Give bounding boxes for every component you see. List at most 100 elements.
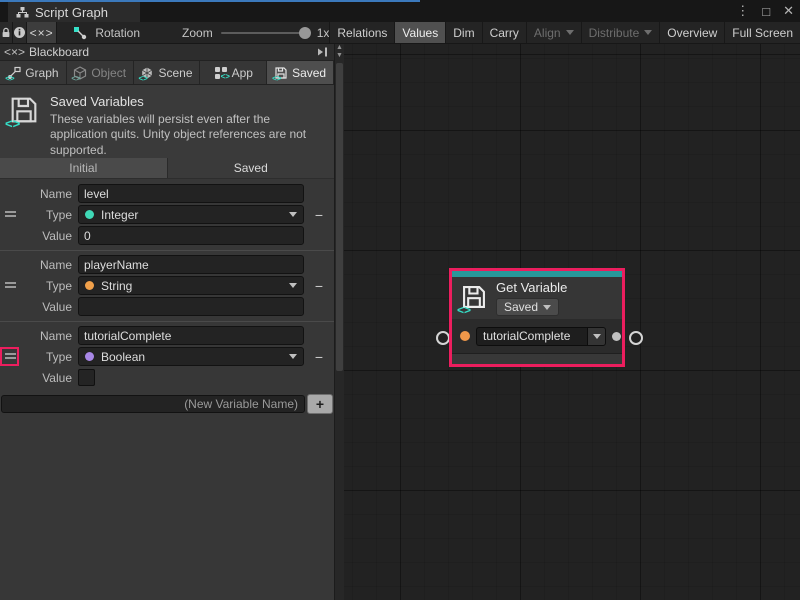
tab-script-graph[interactable]: Script Graph xyxy=(8,2,140,22)
lock-button[interactable] xyxy=(0,22,13,43)
zoom-value: 1x xyxy=(317,26,330,40)
graph-hierarchy-icon xyxy=(16,6,29,19)
tab-scene[interactable]: <> Scene xyxy=(134,61,201,84)
blackboard-panel: <×> Blackboard <> Graph <> xyxy=(0,44,334,600)
variable-name-input[interactable] xyxy=(78,184,304,203)
drag-handle-icon[interactable] xyxy=(5,282,16,290)
variable-scope-dropdown[interactable]: Saved xyxy=(496,298,559,316)
blackboard-scrollbar[interactable]: ▲ ▼ xyxy=(334,44,344,600)
value-label: Value xyxy=(0,371,78,385)
tab-saved[interactable]: <> Saved xyxy=(267,61,334,84)
info-title: Saved Variables xyxy=(50,94,326,109)
remove-variable-button[interactable]: − xyxy=(304,349,334,365)
info-description: These variables will persist even after … xyxy=(50,112,326,158)
code-view-button[interactable]: <×> xyxy=(27,22,57,43)
drag-handle-icon[interactable] xyxy=(5,353,16,361)
divider xyxy=(0,250,334,251)
variable-list: Name Type Integer − Value xyxy=(0,179,334,414)
variable-value-input[interactable] xyxy=(78,297,304,316)
dim-button[interactable]: Dim xyxy=(445,22,481,43)
overview-button[interactable]: Overview xyxy=(659,22,724,43)
saved-tab-icon: <> xyxy=(274,66,288,80)
flow-input-port[interactable] xyxy=(436,331,450,345)
scrollbar-thumb[interactable] xyxy=(336,63,343,371)
variable-name-input[interactable] xyxy=(78,255,304,274)
type-dropdown[interactable]: Boolean xyxy=(78,347,304,366)
variable-group-level: Name Type Integer − Value xyxy=(0,181,334,249)
chevron-down-icon xyxy=(566,30,574,35)
graph-canvas[interactable]: <> Get Variable Saved tutorialComplete xyxy=(344,44,800,600)
tab-graph[interactable]: <> Graph xyxy=(0,61,67,84)
lock-icon xyxy=(0,27,12,39)
tab-initial[interactable]: Initial xyxy=(0,158,168,178)
add-variable-button[interactable]: + xyxy=(307,394,333,414)
variable-name-field[interactable]: tutorialComplete xyxy=(476,327,606,346)
tab-title: Script Graph xyxy=(35,5,108,20)
get-variable-node[interactable]: <> Get Variable Saved tutorialComplete xyxy=(449,268,625,367)
variables-icon: <×> xyxy=(4,45,25,59)
node-body: tutorialComplete xyxy=(452,319,622,353)
variable-name-input[interactable] xyxy=(78,326,304,345)
tab-saved-scope[interactable]: Saved xyxy=(168,158,335,178)
scroll-up-icon[interactable]: ▲ xyxy=(335,44,344,52)
blackboard-title: Blackboard xyxy=(29,45,89,59)
relations-button[interactable]: Relations xyxy=(329,22,394,43)
chevron-down-icon xyxy=(289,212,297,217)
flow-output-port[interactable] xyxy=(629,331,643,345)
chevron-down-icon xyxy=(289,283,297,288)
zoom-label: Zoom xyxy=(182,26,213,40)
maximize-icon[interactable]: □ xyxy=(762,4,770,19)
type-dropdown[interactable]: Integer xyxy=(78,205,304,224)
script-graph-window: Script Graph ⋮ □ ✕ <×> xyxy=(0,0,800,600)
chevron-down-icon xyxy=(543,305,551,310)
name-label: Name xyxy=(0,258,78,272)
node-header: <> Get Variable Saved xyxy=(452,277,622,319)
zoom-slider[interactable] xyxy=(221,32,309,34)
variable-group-tutorialcomplete: Name Type Boolean − Value xyxy=(0,323,334,391)
title-bar: Script Graph ⋮ □ ✕ xyxy=(0,0,800,22)
info-button[interactable] xyxy=(13,22,27,43)
add-variable-row: + xyxy=(0,394,334,414)
chevron-down-icon xyxy=(593,334,601,339)
variable-picker-button[interactable] xyxy=(587,327,606,346)
app-tab-icon: <> xyxy=(214,66,228,80)
new-variable-input[interactable] xyxy=(1,395,305,413)
fullscreen-button[interactable]: Full Screen xyxy=(724,22,800,43)
variable-group-playername: Name Type String − Value xyxy=(0,252,334,320)
value-output-port[interactable] xyxy=(612,332,621,341)
value-label: Value xyxy=(0,300,78,314)
rotation-label: Rotation xyxy=(95,26,140,40)
focus-indicator xyxy=(0,0,420,2)
zoom-slider-knob[interactable] xyxy=(299,27,311,39)
drag-handle-icon[interactable] xyxy=(5,211,16,219)
tab-app[interactable]: <> App xyxy=(200,61,267,84)
variable-value-input[interactable] xyxy=(78,226,304,245)
graph-tab-icon: <> xyxy=(7,66,21,80)
values-button[interactable]: Values xyxy=(394,22,445,43)
graph-toolbar: <×> Rotation Zoom 1x Relations Values Di… xyxy=(0,22,800,44)
value-checkbox[interactable] xyxy=(78,369,95,386)
distribute-dropdown: Distribute xyxy=(581,22,660,43)
remove-variable-button[interactable]: − xyxy=(304,278,334,294)
node-title: Get Variable xyxy=(496,280,567,295)
chevron-down-icon xyxy=(644,30,652,35)
scroll-down-icon[interactable]: ▼ xyxy=(335,52,344,60)
type-color-dot xyxy=(85,210,94,219)
toolbar-toggle-group: Relations Values Dim Carry Align Distrib… xyxy=(329,22,800,43)
close-icon[interactable]: ✕ xyxy=(783,3,794,19)
dock-icon xyxy=(316,46,330,58)
carry-button[interactable]: Carry xyxy=(482,22,526,43)
window-menu-icon[interactable]: ⋮ xyxy=(736,3,749,19)
value-label: Value xyxy=(0,229,78,243)
tab-object: <> Object xyxy=(67,61,134,84)
dock-panel-button[interactable] xyxy=(316,46,330,58)
remove-variable-button[interactable]: − xyxy=(304,207,334,223)
floppy-disk-icon: <> xyxy=(460,283,488,313)
info-icon xyxy=(13,26,26,39)
type-dropdown[interactable]: String xyxy=(78,276,304,295)
saved-variables-info: <> Saved Variables These variables will … xyxy=(0,85,334,158)
type-color-dot xyxy=(85,352,94,361)
name-input-port[interactable] xyxy=(460,331,470,341)
type-color-dot xyxy=(85,281,94,290)
scope-tab-bar: Initial Saved xyxy=(0,158,334,179)
